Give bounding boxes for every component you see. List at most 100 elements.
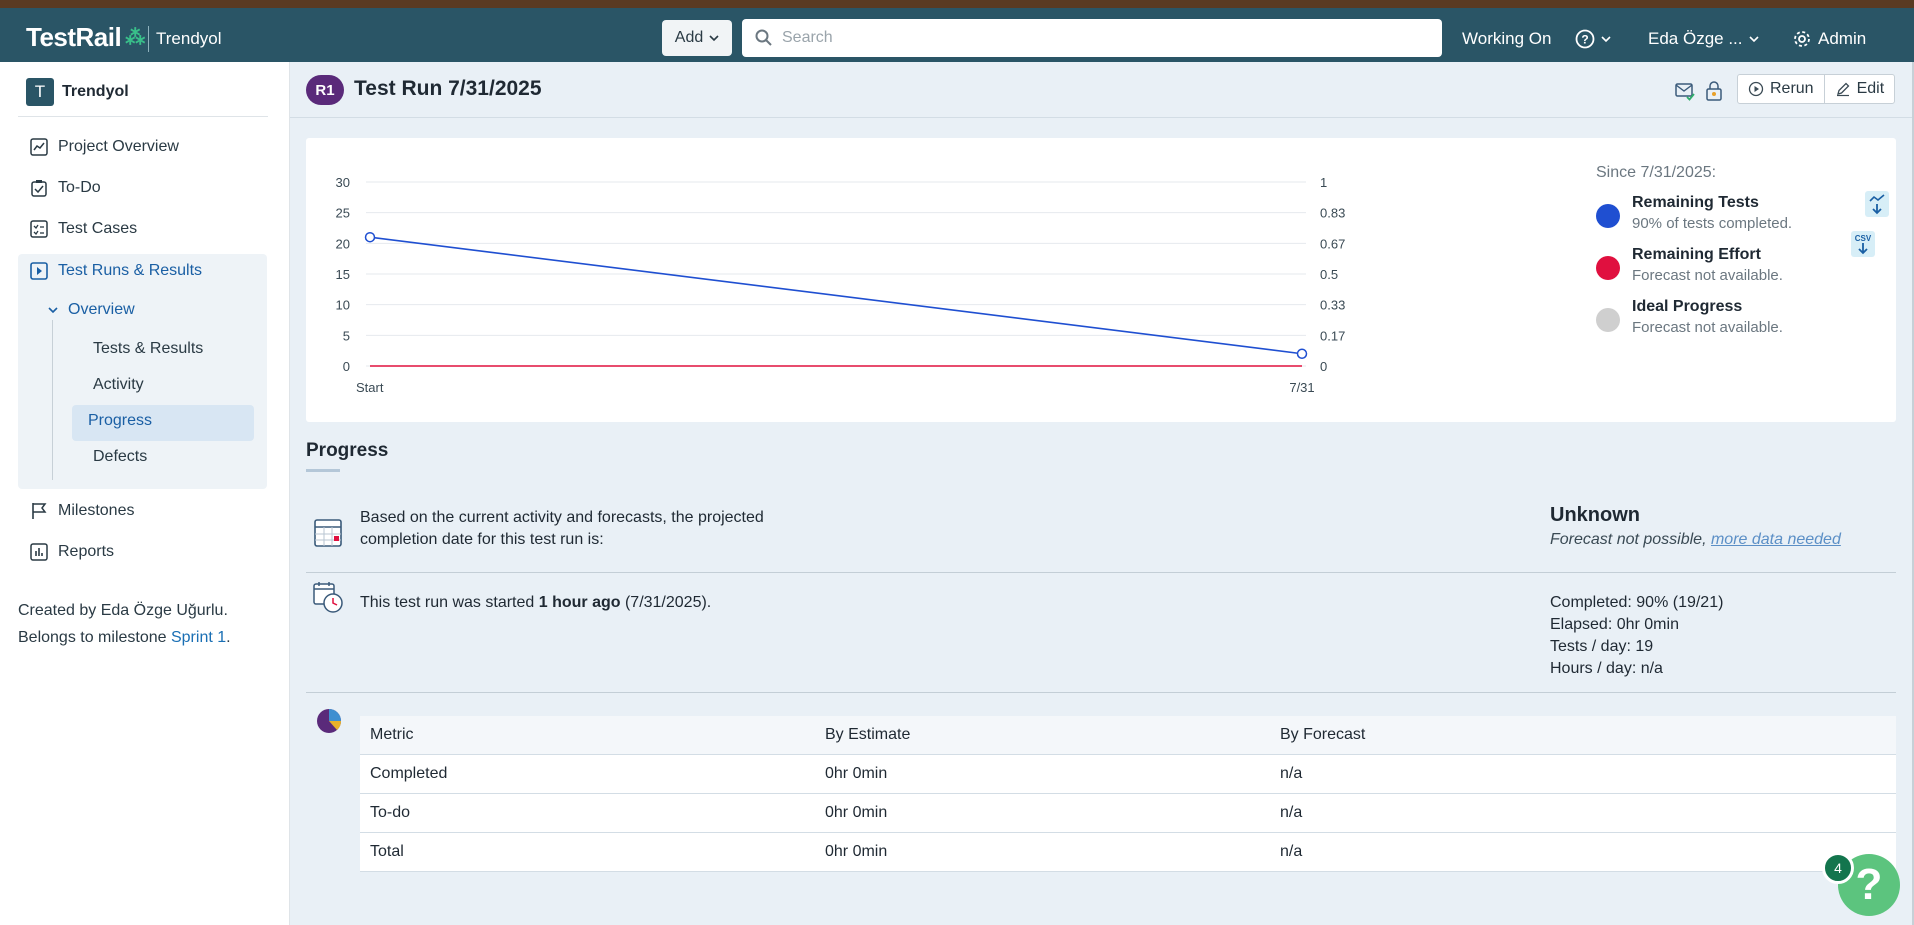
chart-line-icon [30, 138, 48, 156]
legend-desc: Forecast not available. [1632, 267, 1783, 284]
logo-text: TestRail [26, 22, 122, 52]
sidebar-item-project-overview[interactable]: Project Overview [30, 138, 179, 156]
page-title: Test Run 7/31/2025 [354, 77, 542, 100]
rerun-button[interactable]: Rerun [1738, 75, 1824, 103]
sidebar-item-test-cases[interactable]: Test Cases [30, 220, 137, 238]
sidebar: T Trendyol Project Overview To-Do Test C… [0, 62, 290, 925]
edit-button[interactable]: Edit [1823, 75, 1895, 103]
help-circle-icon: ? [1575, 29, 1595, 49]
sidebar-item-label: Milestones [58, 502, 135, 519]
sidebar-item-milestones[interactable]: Milestones [30, 502, 134, 520]
y-tick-label: 0 [343, 359, 350, 374]
sidebar-item-test-runs[interactable]: Test Runs & Results [30, 262, 202, 280]
play-square-icon [30, 262, 48, 280]
admin-link[interactable]: Admin [1792, 29, 1866, 49]
download-csv-icon[interactable]: CSV [1850, 230, 1876, 258]
legend-item-remaining-tests: Remaining Tests 90% of tests completed. [1596, 194, 1836, 232]
table-cell: n/a [1270, 832, 1896, 872]
more-data-link[interactable]: more data needed [1711, 531, 1841, 548]
edit-label: Edit [1856, 80, 1885, 97]
forecast-text: Forecast not possible, [1550, 531, 1711, 548]
page-actions: Rerun Edit [1737, 74, 1896, 104]
started-prefix: This test run was started [360, 594, 539, 611]
projection-text: Based on the current activity and foreca… [360, 507, 764, 551]
data-point [364, 231, 376, 243]
search-input[interactable] [782, 29, 1422, 47]
sidebar-item-reports[interactable]: Reports [30, 543, 114, 561]
sidebar-sub-defects[interactable]: Defects [93, 448, 147, 466]
section-divider [306, 572, 1896, 573]
download-chart-image-icon[interactable] [1864, 190, 1890, 218]
header-project-name[interactable]: Trendyol [156, 29, 222, 49]
sidebar-item-label: Project Overview [58, 138, 179, 155]
admin-label: Admin [1818, 29, 1867, 48]
window-top-stripe [0, 0, 1914, 8]
legend-since: Since 7/31/2025: [1596, 164, 1717, 181]
table-cell: 0hr 0min [815, 832, 1270, 872]
created-by-text: Created by Eda Özge Uğurlu. [18, 602, 228, 619]
working-on-link[interactable]: Working On [1462, 29, 1551, 49]
sidebar-sub-progress[interactable]: Progress [88, 412, 152, 430]
burndown-chart-card: 30 1 25 0.83 20 0.67 15 0.5 10 0.33 5 0.17 0 0 Start 7/… [306, 138, 1896, 422]
chevron-down-icon [709, 35, 719, 42]
add-button[interactable]: Add [662, 20, 732, 56]
sidebar-sub-activity[interactable]: Activity [93, 376, 144, 394]
section-underline [306, 469, 340, 472]
page-header: R1 Test Run 7/31/2025 Rerun Edit [290, 62, 1914, 118]
table-cell: n/a [1270, 754, 1896, 794]
sidebar-item-overview[interactable]: Overview [48, 301, 135, 319]
subscribe-mail-icon[interactable] [1674, 80, 1696, 102]
chart-legend: Since 7/31/2025: Remaining Tests 90% of t… [1596, 164, 1836, 350]
column-header: By Forecast [1270, 716, 1896, 755]
testrail-logo[interactable]: TestRail ⁂ [26, 22, 145, 53]
y2-tick-label: 0.33 [1320, 298, 1345, 313]
legend-name: Remaining Effort [1632, 246, 1761, 263]
sidebar-sub-tests-results[interactable]: Tests & Results [93, 340, 203, 358]
y2-tick-label: 1 [1320, 175, 1327, 190]
milestone-link[interactable]: Sprint 1 [171, 629, 226, 646]
search-box[interactable] [742, 19, 1442, 57]
table-cell: 0hr 0min [815, 754, 1270, 794]
started-relative: 1 hour ago [538, 594, 621, 611]
legend-dot [1596, 308, 1620, 332]
add-button-label: Add [674, 29, 704, 46]
help-menu[interactable]: ? [1575, 29, 1611, 49]
milestone-suffix: . [226, 629, 231, 646]
projection-status: Unknown [1550, 504, 1640, 526]
legend-dot [1596, 256, 1620, 280]
sidebar-item-todo[interactable]: To-Do [30, 179, 101, 197]
stat-elapsed: Elapsed: 0hr 0min [1550, 616, 1679, 633]
stat-tests-per-day: Tests / day: 19 [1550, 638, 1654, 655]
section-divider [306, 692, 1896, 693]
sidebar-item-label: To-Do [58, 179, 101, 196]
projection-result: Unknown Forecast not possible, more data… [1550, 504, 1841, 551]
y-tick-label: 20 [336, 236, 350, 251]
sidebar-item-label: Overview [68, 301, 135, 318]
y-tick-label: 5 [343, 328, 350, 343]
y2-tick-label: 0.17 [1320, 328, 1345, 343]
lock-icon[interactable] [1703, 80, 1725, 102]
sidebar-project[interactable]: T Trendyol [26, 78, 129, 106]
table-cell: Total [360, 832, 815, 872]
user-menu[interactable]: Eda Özge ... [1648, 29, 1759, 49]
rerun-label: Rerun [1770, 80, 1814, 97]
search-icon [755, 29, 772, 46]
project-avatar: T [26, 78, 54, 106]
sidebar-project-name: Trendyol [62, 83, 129, 100]
table-row: Completed 0hr 0min n/a [360, 754, 1896, 794]
run-badge: R1 [306, 75, 344, 105]
forecast-note: Forecast not possible, more data needed [1550, 529, 1841, 551]
run-stats: Completed: 90% (19/21) Elapsed: 0hr 0min… [1550, 592, 1723, 680]
pie-chart-icon [317, 709, 342, 733]
play-circle-icon [1748, 81, 1764, 97]
legend-item-ideal-progress: Ideal Progress Forecast not available. [1596, 298, 1836, 336]
sidebar-item-label: Reports [58, 543, 115, 560]
table-cell: n/a [1270, 793, 1896, 833]
projection-line-2: completion date for this test run is: [360, 531, 604, 548]
table-cell: To-do [360, 793, 815, 833]
help-notification-badge: 4 [1822, 852, 1854, 884]
logo-divider [148, 26, 149, 52]
projection-line-1: Based on the current activity and foreca… [360, 509, 764, 526]
progress-section-title: Progress [306, 440, 389, 461]
chevron-down-icon [1601, 36, 1611, 43]
